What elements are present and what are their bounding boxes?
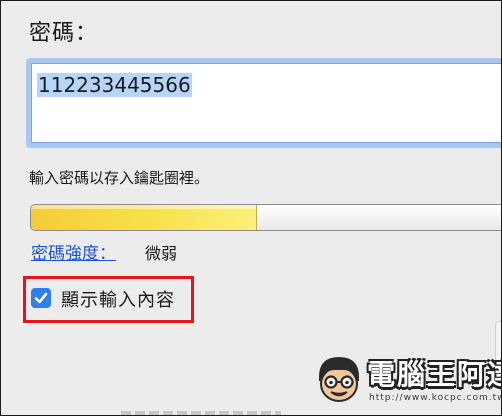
show-contents-checkbox[interactable] bbox=[31, 288, 51, 308]
watermark-url: http://www.kocpc.com.tw bbox=[369, 393, 502, 403]
password-value[interactable]: 112233445566 bbox=[37, 73, 192, 97]
password-field[interactable]: 112233445566 bbox=[26, 58, 501, 148]
hint-text: 輸入密碼以存入鑰匙圈裡。 bbox=[29, 169, 210, 187]
show-contents-label[interactable]: 顯示輸入內容 bbox=[61, 286, 175, 312]
mascot-logo bbox=[319, 357, 359, 402]
watermark: 電腦王阿達 http://www.kocpc.com.tw bbox=[313, 351, 502, 415]
password-dialog: 密碼： 112233445566 輸入密碼以存入鑰匙圈裡。 密碼強度： 微弱 顯… bbox=[0, 0, 502, 416]
strength-meter-fill bbox=[31, 205, 257, 230]
password-label: 密碼： bbox=[29, 21, 99, 46]
strength-meter bbox=[30, 204, 501, 231]
cut-off-text bbox=[121, 411, 281, 415]
strength-link[interactable]: 密碼強度： bbox=[31, 239, 116, 264]
checkmark-icon bbox=[34, 292, 48, 304]
watermark-title: 電腦王阿達 bbox=[367, 358, 501, 391]
strength-value: 微弱 bbox=[145, 244, 178, 263]
